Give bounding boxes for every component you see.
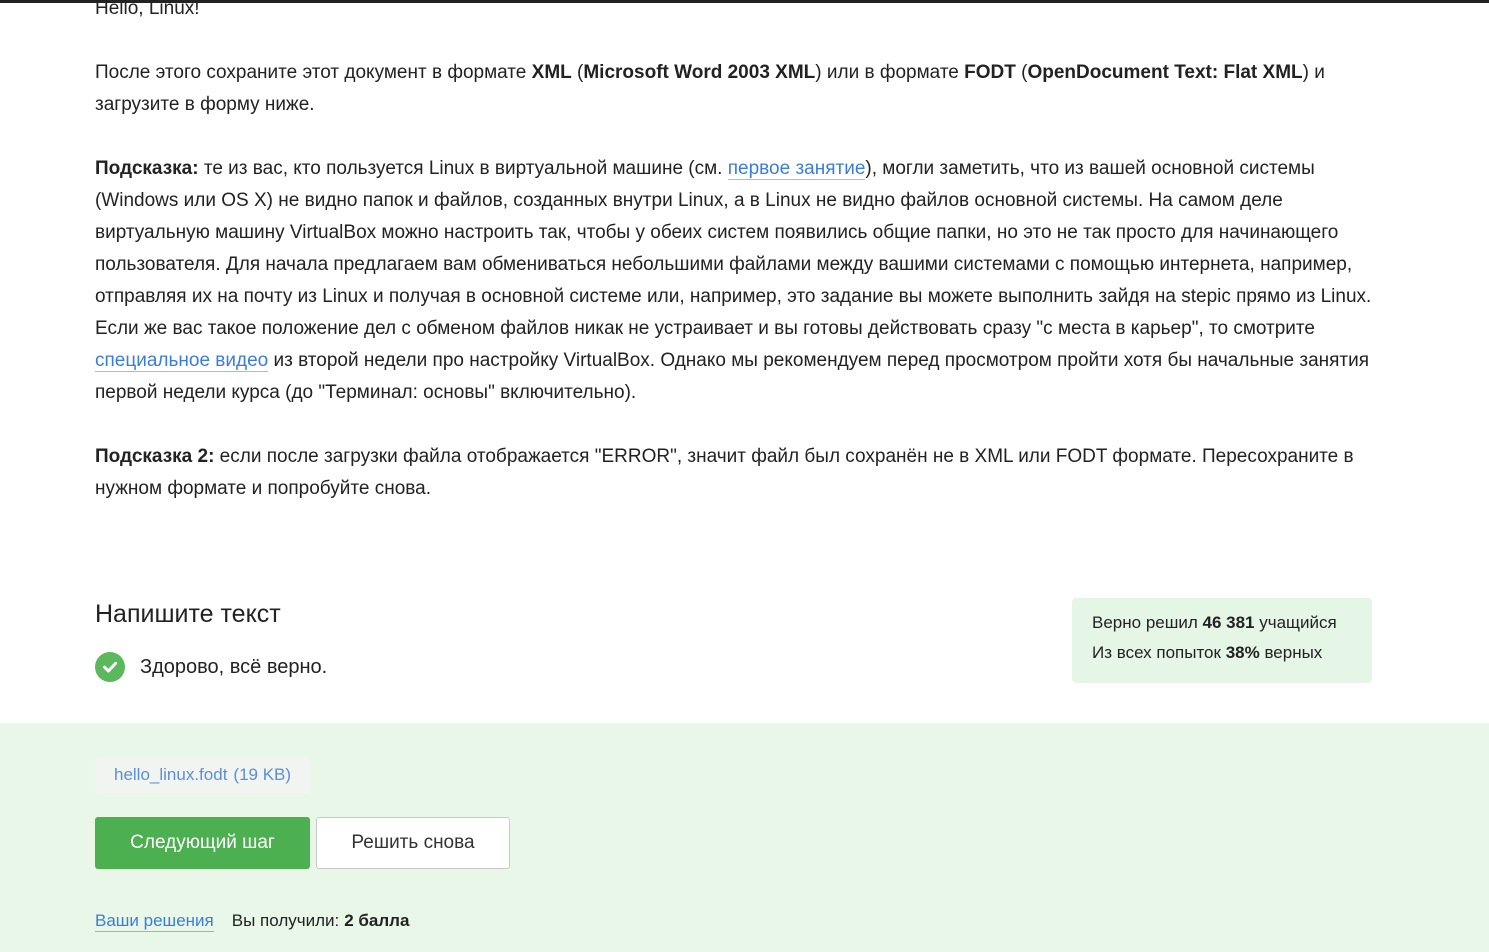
hint2-paragraph: Подсказка 2: если после загрузки файла о…: [95, 446, 1354, 499]
solved-count: 46 381: [1202, 613, 1255, 632]
intro-line: Hello, Linux!: [95, 0, 200, 19]
task-title: Напишите текст: [95, 600, 281, 628]
file-size: (19 KB): [233, 765, 292, 784]
score-row: Ваши решения Вы получили: 2 балла: [95, 906, 409, 936]
hint-paragraph: Подсказка: те из вас, кто пользуется Lin…: [95, 158, 1372, 307]
score-label: Вы получили:: [231, 911, 340, 930]
solved-count-line: Верно решил 46 381 учащийся: [1092, 613, 1337, 632]
your-solutions-link[interactable]: Ваши решения: [95, 911, 214, 932]
special-video-link[interactable]: специальное видео: [95, 350, 269, 372]
hint-label: Подсказка:: [95, 158, 199, 179]
uploaded-file-link[interactable]: hello_linux.fodt (19 KB): [95, 757, 311, 793]
score-value: 2 балла: [344, 911, 410, 930]
attempts-percent: 38%: [1225, 643, 1260, 662]
solve-again-button[interactable]: Решить снова: [316, 817, 510, 869]
attempts-line: Из всех попыток 38% верных: [1092, 643, 1323, 662]
check-circle-icon: [95, 652, 125, 682]
result-status: Здорово, всё верно.: [95, 652, 327, 682]
hint2-label: Подсказка 2:: [95, 446, 215, 467]
step-text: Hello, Linux! После этого сохраните этот…: [95, 0, 1385, 505]
next-step-button[interactable]: Следующий шаг: [95, 817, 310, 869]
result-text: Здорово, всё верно.: [140, 655, 328, 678]
file-name: hello_linux.fodt: [114, 765, 228, 784]
first-lesson-link[interactable]: первое занятие: [727, 158, 866, 180]
save-instruction: После этого сохраните этот документ в фо…: [95, 62, 1325, 115]
stats-panel: Верно решил 46 381 учащийся Из всех попы…: [1072, 598, 1372, 683]
hint-followup-paragraph: Если же вас такое положение дел с обмено…: [95, 318, 1370, 403]
